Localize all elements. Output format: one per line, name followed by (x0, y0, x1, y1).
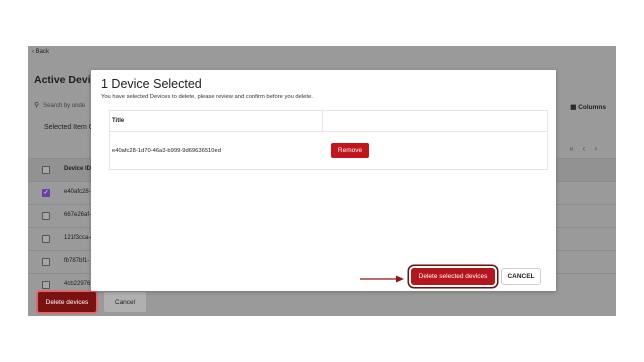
confirm-delete-modal: 1 Device Selected You have selected Devi… (91, 70, 556, 291)
search-placeholder: Search by unde (43, 103, 86, 109)
device-id-cell: 121f3cca-c (64, 235, 94, 241)
pagination-controls[interactable]: «‹› (569, 144, 606, 153)
cancel-button[interactable]: Cancel (104, 292, 146, 312)
action-footer: Delete devices Cancel (28, 289, 616, 316)
device-id-cell: fb787bf1- (64, 258, 90, 264)
screen: ‹ Back Active Devic ⚲ Search by unde ▦ Co… (0, 0, 644, 362)
page-title: Active Devic (34, 74, 97, 86)
remove-button[interactable]: Remove (331, 143, 369, 158)
arrow-right-icon (360, 275, 404, 283)
modal-title: 1 Device Selected (101, 77, 202, 91)
search-icon: ⚲ (34, 102, 40, 109)
delete-selected-devices-button[interactable]: Delete selected devices (411, 268, 495, 285)
delete-devices-button[interactable]: Delete devices (38, 292, 96, 312)
column-header-title: Title (112, 118, 125, 124)
device-id-cell: e40afc28-1d70-46a3-b999-9d69636510ed (112, 148, 221, 154)
modal-description: You have selected Devices to delete, ple… (101, 94, 313, 100)
columns-label: Columns (578, 104, 606, 111)
columns-icon: ▦ (570, 104, 577, 111)
table-row: e40afc28-1d70-46a3-b999-9d69636510ed Rem… (110, 132, 547, 170)
row-checkbox[interactable] (42, 235, 50, 243)
selected-items-count: Selected Item C (44, 124, 94, 131)
selected-devices-table: Title e40afc28-1d70-46a3-b999-9d69636510… (109, 110, 548, 170)
row-checkbox[interactable] (42, 258, 50, 266)
table-header-row: Title (110, 111, 547, 132)
back-link[interactable]: ‹ Back (32, 49, 49, 55)
device-id-cell: e40afc28- (64, 189, 91, 195)
select-all-checkbox[interactable] (42, 166, 50, 174)
row-checkbox[interactable] (42, 212, 50, 220)
row-checkbox[interactable] (42, 281, 50, 289)
modal-cancel-button[interactable]: CANCEL (501, 268, 541, 285)
device-id-cell: 667e26af- (64, 212, 92, 218)
column-header-device-id: Device ID (64, 166, 92, 172)
column-divider (322, 111, 323, 132)
row-checkbox[interactable]: ✓ (42, 189, 50, 197)
columns-button[interactable]: ▦ Columns (570, 103, 606, 111)
device-id-cell: 4cb22976 (64, 281, 91, 287)
